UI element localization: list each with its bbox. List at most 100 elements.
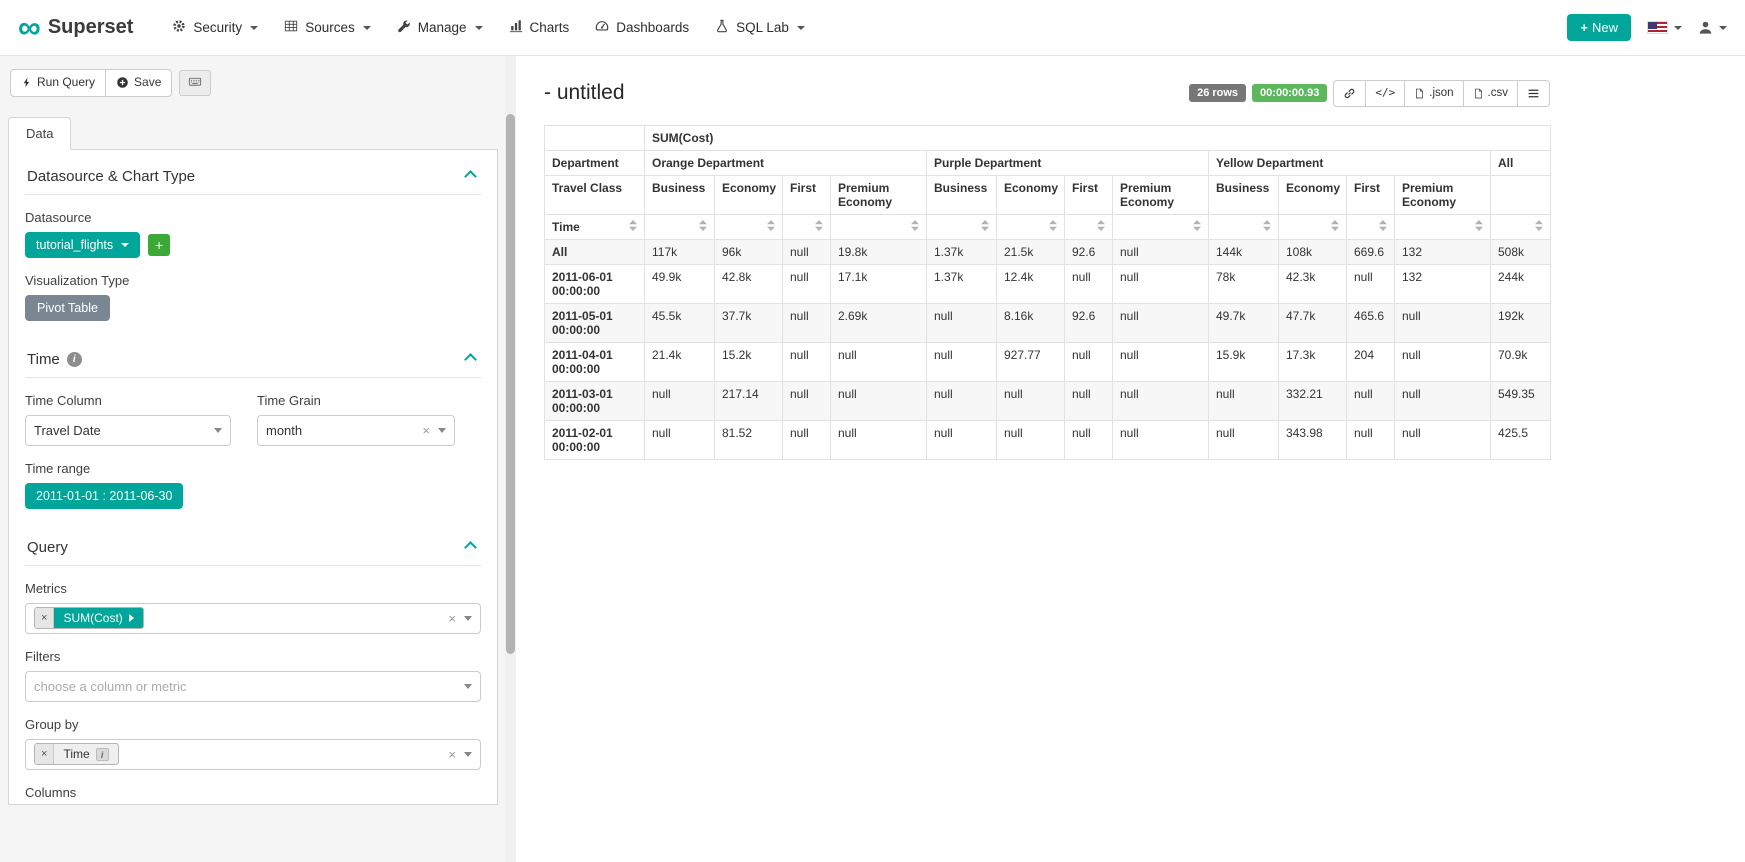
embed-code-button[interactable]: </>: [1366, 80, 1405, 107]
chevron-up-icon: [464, 353, 477, 366]
nav-item-security[interactable]: Security: [159, 0, 271, 56]
pivot-cell: null: [1065, 342, 1113, 381]
nav-item-sources[interactable]: Sources: [271, 0, 384, 56]
pivot-cell: null: [1395, 381, 1491, 420]
pivot-cell: 37.7k: [715, 303, 783, 342]
pivot-cell: 42.3k: [1279, 264, 1347, 303]
pivot-cell: null: [1209, 381, 1279, 420]
nav-item-sql-lab[interactable]: SQL Lab: [702, 0, 818, 56]
chart-options-button[interactable]: [1518, 80, 1550, 107]
pivot-sort-header[interactable]: [831, 214, 927, 239]
pivot-sort-header[interactable]: [927, 214, 997, 239]
keyboard-shortcuts-button[interactable]: [179, 70, 211, 96]
caret-down-icon: [438, 428, 446, 433]
main-layout: Run Query Save Data Datasource & Chart T…: [0, 56, 1745, 862]
time-grain-select[interactable]: month ×: [257, 415, 455, 446]
clear-icon[interactable]: ×: [446, 612, 458, 625]
pivot-data-row: 2011-05-01 00:00:0045.5k37.7knull2.69knu…: [545, 303, 1551, 342]
pivot-sort-header[interactable]: [1209, 214, 1279, 239]
caret-down-icon: [797, 26, 805, 30]
pivot-cell: null: [831, 420, 927, 459]
remove-icon[interactable]: ×: [35, 608, 54, 628]
pivot-class-header: Premium Economy: [1395, 175, 1491, 214]
user-icon: [1698, 20, 1713, 35]
scrollbar-thumb[interactable]: [506, 114, 515, 654]
pivot-cell: 15.2k: [715, 342, 783, 381]
pivot-sort-header[interactable]: [783, 214, 831, 239]
pivot-cell: 81.52: [715, 420, 783, 459]
short-link-button[interactable]: [1333, 80, 1366, 107]
caret-down-icon: [214, 428, 222, 433]
pivot-all-header: All: [1491, 150, 1551, 175]
pivot-sort-header[interactable]: [1279, 214, 1347, 239]
group-by-select[interactable]: × Timei ×: [25, 739, 481, 770]
columns-label: Columns: [25, 785, 481, 800]
nav-item-charts[interactable]: Charts: [496, 0, 583, 56]
section-time[interactable]: Time i: [25, 339, 481, 378]
section-datasource-chart-type[interactable]: Datasource & Chart Type: [25, 166, 481, 195]
caret-down-icon: [464, 684, 472, 689]
pivot-cell: 15.9k: [1209, 342, 1279, 381]
pivot-sort-header[interactable]: [715, 214, 783, 239]
viz-type-button[interactable]: Pivot Table: [25, 295, 110, 321]
pivot-cell: null: [783, 264, 831, 303]
nav-item-dashboards[interactable]: Dashboards: [582, 0, 702, 56]
sort-icon: [1331, 220, 1339, 231]
pivot-corner-cell: [545, 125, 645, 150]
pivot-sort-header[interactable]: [1491, 214, 1551, 239]
time-column-value: Travel Date: [34, 423, 101, 438]
run-query-button[interactable]: Run Query: [10, 69, 106, 97]
pivot-cell: 217.14: [715, 381, 783, 420]
user-menu[interactable]: [1698, 20, 1727, 35]
new-button[interactable]: +New: [1567, 14, 1631, 41]
section-query[interactable]: Query: [25, 527, 481, 566]
add-datasource-button[interactable]: +: [148, 234, 170, 256]
pivot-cell: null: [1113, 264, 1209, 303]
cogs-icon: [172, 19, 186, 36]
tab-data[interactable]: Data: [8, 117, 71, 150]
chart-header-actions: 26 rows 00:00:00.93 </> .json: [1189, 80, 1550, 107]
pivot-group-row: Department Orange DepartmentPurple Depar…: [545, 150, 1551, 175]
nav-item-label: Sources: [305, 20, 355, 35]
chart-container: - untitled 26 rows 00:00:00.93 </> .j: [544, 80, 1550, 460]
pivot-cell: 17.1k: [831, 264, 927, 303]
pivot-sort-header[interactable]: [1113, 214, 1209, 239]
save-label: Save: [134, 75, 161, 91]
pivot-sort-header[interactable]: [1347, 214, 1395, 239]
export-json-button[interactable]: .json: [1405, 80, 1463, 107]
metric-token-label[interactable]: SUM(Cost): [54, 608, 142, 628]
pivot-cell: 669.6: [1347, 239, 1395, 264]
info-icon: i: [96, 748, 109, 761]
time-controls-row: Time Column Travel Date Time Grain month…: [25, 378, 481, 446]
query-button-group: Run Query Save: [10, 69, 172, 97]
language-selector[interactable]: [1647, 21, 1682, 34]
pivot-sort-header[interactable]: [1395, 214, 1491, 239]
pivot-sort-header[interactable]: [997, 214, 1065, 239]
pivot-class-header: First: [1347, 175, 1395, 214]
remove-icon[interactable]: ×: [35, 744, 54, 764]
pivot-sort-header[interactable]: [1065, 214, 1113, 239]
nav-item-manage[interactable]: Manage: [384, 0, 496, 56]
pivot-cell: 927.77: [997, 342, 1065, 381]
chart-title[interactable]: - untitled: [544, 81, 625, 105]
pivot-data-row: 2011-06-01 00:00:0049.9k42.8knull17.1k1.…: [545, 264, 1551, 303]
pivot-empty-header: [1491, 175, 1551, 214]
export-csv-button[interactable]: .csv: [1464, 80, 1518, 107]
pivot-sort-header[interactable]: [645, 214, 715, 239]
superset-brand[interactable]: ∞ Superset: [18, 15, 133, 41]
pivot-cell: 1.37k: [927, 239, 997, 264]
pivot-class-header: First: [783, 175, 831, 214]
pivot-row-dimension-cell[interactable]: Time: [545, 214, 645, 239]
time-range-button[interactable]: 2011-01-01 : 2011-06-30: [25, 483, 183, 509]
datasource-select-button[interactable]: tutorial_flights: [25, 232, 140, 258]
filters-select[interactable]: choose a column or metric: [25, 671, 481, 702]
file-icon: [1473, 87, 1484, 100]
pivot-class-header: First: [1065, 175, 1113, 214]
time-column-select[interactable]: Travel Date: [25, 415, 231, 446]
pivot-cell: 8.16k: [997, 303, 1065, 342]
clear-icon[interactable]: ×: [446, 748, 458, 761]
metrics-select[interactable]: × SUM(Cost) ×: [25, 603, 481, 634]
plus-icon: +: [155, 237, 163, 253]
save-button[interactable]: Save: [106, 69, 172, 97]
clear-icon[interactable]: ×: [420, 424, 432, 437]
